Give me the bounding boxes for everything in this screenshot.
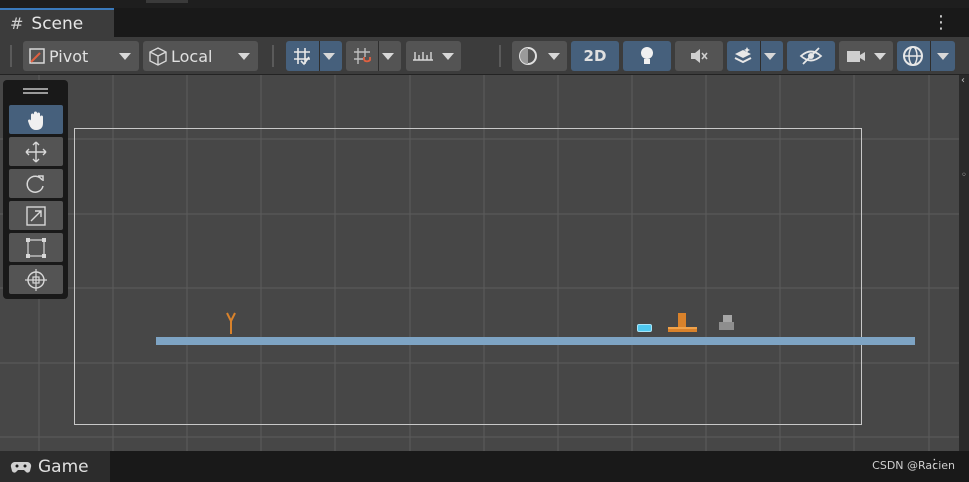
tab-scene[interactable]: # Scene [0, 8, 114, 37]
kebab-menu-icon[interactable]: ⋮ [928, 457, 941, 472]
increment-snap-toggle[interactable] [346, 41, 401, 71]
bottom-tab-bar: Game CSDN @Racien ⋮ [0, 451, 969, 482]
pivot-dropdown[interactable]: Pivot [23, 41, 139, 71]
right-edge-panel: ‹ ◦ [959, 75, 969, 451]
lightbulb-icon [641, 47, 653, 64]
orange-flag-sprite[interactable] [225, 312, 237, 334]
toggle-2d-label: 2D [583, 47, 607, 65]
chevron-down-icon [764, 53, 776, 60]
chevron-down-icon [874, 53, 886, 60]
pivot-icon [29, 48, 45, 64]
split-divider [930, 41, 931, 71]
audio-muted-icon [691, 49, 708, 63]
tab-game-label: Game [38, 456, 89, 477]
toolbar-grip[interactable] [10, 45, 12, 67]
scale-tool-button[interactable] [9, 201, 63, 230]
chevron-down-icon [323, 53, 335, 60]
local-dropdown[interactable]: Local [143, 41, 258, 71]
top-strip [0, 0, 969, 8]
split-divider [319, 41, 320, 71]
gizmo-globe-icon [903, 46, 923, 66]
tools-overlay [3, 80, 68, 299]
ruler-dropdown[interactable] [406, 41, 461, 71]
orange-post-sprite[interactable] [667, 312, 699, 334]
grid-snap-icon [294, 48, 310, 66]
move-tool-button[interactable] [9, 137, 63, 166]
transform-icon [25, 268, 47, 291]
pivot-label: Pivot [49, 46, 89, 66]
kebab-menu-icon[interactable]: ⋮ [931, 13, 951, 33]
scene-viewport[interactable] [0, 75, 959, 451]
local-label: Local [171, 46, 213, 66]
lighting-toggle[interactable] [623, 41, 671, 71]
ruler-icon [413, 52, 433, 61]
hand-tool-button[interactable] [9, 105, 63, 134]
split-divider [760, 41, 761, 71]
split-divider [378, 41, 379, 71]
camera-bounds [74, 128, 862, 425]
grey-enemy-sprite[interactable] [718, 314, 736, 332]
chevron-down-icon [382, 53, 394, 60]
top-strip-nub [146, 0, 188, 3]
chevron-down-icon [937, 53, 949, 60]
scale-icon [26, 205, 46, 226]
rotate-icon [26, 174, 44, 193]
tab-bar: # Scene ⋮ [0, 8, 969, 37]
gamepad-icon [10, 461, 32, 473]
tab-game[interactable]: Game [0, 451, 110, 482]
edge-tab-icon[interactable]: ◦ [961, 170, 969, 182]
chevron-down-icon [442, 53, 454, 60]
tab-scene-label: Scene [31, 13, 84, 34]
move-icon [25, 141, 47, 162]
audio-toggle[interactable] [675, 41, 723, 71]
camera-icon [847, 51, 865, 62]
watermark-text: CSDN @Racien [872, 459, 955, 472]
toggle-2d-button[interactable]: 2D [571, 41, 619, 71]
rect-transform-icon [26, 237, 46, 258]
toolbar-grip[interactable] [499, 45, 501, 67]
ground-platform[interactable] [156, 337, 915, 345]
collapse-chevron-icon[interactable]: ‹ [961, 75, 969, 87]
visibility-toggle[interactable] [787, 41, 835, 71]
eye-hidden-icon [799, 47, 823, 65]
scene-toolbar: Pivot Local 2D [0, 37, 969, 75]
chevron-down-icon [119, 53, 131, 60]
hash-grid-icon: # [10, 14, 24, 33]
shading-mode-dropdown[interactable] [512, 41, 567, 71]
gizmos-dropdown[interactable] [897, 41, 955, 71]
overlay-drag-handle[interactable] [23, 88, 48, 94]
camera-dropdown[interactable] [839, 41, 893, 71]
effects-dropdown[interactable] [727, 41, 783, 71]
magnet-grid-icon [354, 48, 371, 64]
grid-snap-toggle[interactable] [286, 41, 342, 71]
cube-icon [149, 47, 167, 66]
effects-layers-icon [734, 47, 752, 64]
transform-tool-button[interactable] [9, 265, 63, 294]
toolbar-grip[interactable] [272, 45, 274, 67]
shading-sphere-icon [519, 47, 537, 65]
cyan-block-sprite[interactable] [637, 324, 652, 332]
chevron-down-icon [548, 53, 560, 60]
rect-tool-button[interactable] [9, 233, 63, 262]
rotate-tool-button[interactable] [9, 169, 63, 198]
hand-icon [28, 111, 43, 130]
chevron-down-icon [238, 53, 250, 60]
